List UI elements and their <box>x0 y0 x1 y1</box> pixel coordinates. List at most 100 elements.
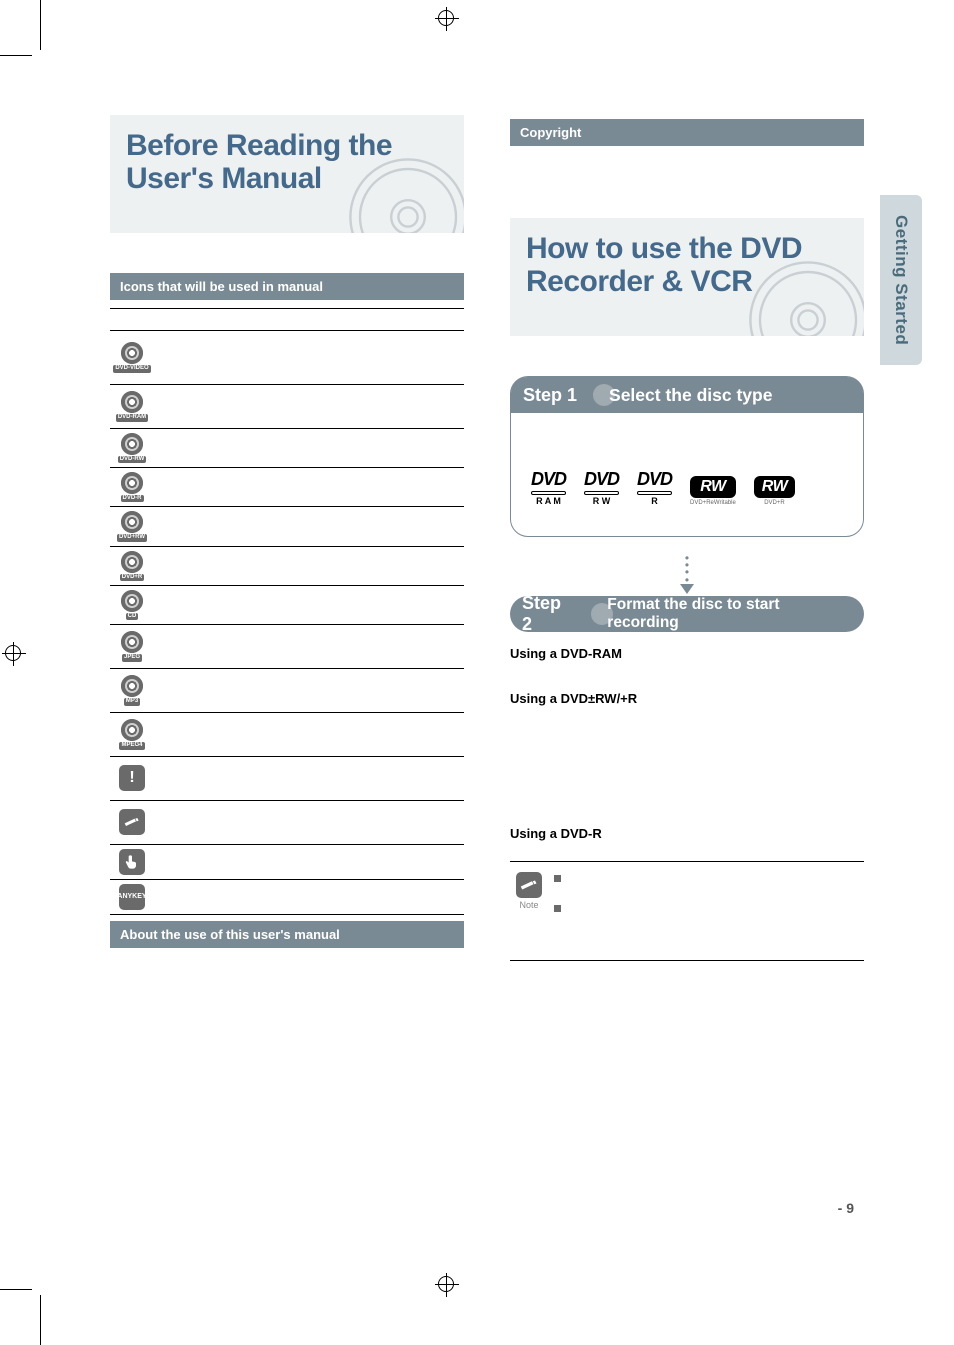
term-cell <box>154 429 234 468</box>
right-column: Copyright How to use the DVD Recorder & … <box>510 115 864 961</box>
subhead-dvd-r: Using a DVD-R <box>510 826 864 841</box>
disc-icon: DVD+RW <box>117 511 147 541</box>
crop-mark <box>0 55 32 56</box>
logo-sub: R A M <box>531 496 566 506</box>
step1-title: Select the disc type <box>609 385 772 406</box>
table-row: MP3 <box>110 668 464 712</box>
term-cell <box>154 879 234 914</box>
term-cell <box>154 668 234 712</box>
table-row: DVD-R <box>110 468 464 507</box>
note-bullets <box>554 872 858 932</box>
term-cell <box>154 844 234 879</box>
icon-cell: ! <box>110 756 154 800</box>
term-cell <box>154 624 234 668</box>
step2-bubble: Step 2 Format the disc to start recordin… <box>510 596 864 632</box>
crop-mark <box>0 1289 32 1290</box>
section-tab: Getting Started <box>880 195 922 365</box>
desc-cell <box>234 331 464 385</box>
step2-num: Step 2 <box>522 593 589 635</box>
desc-cell <box>234 668 464 712</box>
disc-decor-icon <box>748 260 864 336</box>
term-cell <box>154 756 234 800</box>
desc-cell <box>234 844 464 879</box>
table-row: CD <box>110 585 464 624</box>
icon-cell: JPEG <box>110 624 154 668</box>
step1-body: DVD R A M DVD R W DVD <box>511 413 863 536</box>
logo-dvd-ram: DVD R A M <box>531 469 566 506</box>
desc-cell <box>234 507 464 546</box>
table-row <box>110 844 464 879</box>
note-box: Note <box>510 861 864 961</box>
term-cell <box>154 546 234 585</box>
logo-text: DVD <box>531 469 566 490</box>
term-cell <box>154 385 234 429</box>
subhead-dvd-rw-plusr: Using a DVD±RW/+R <box>510 691 864 706</box>
disc-icon: MP3 <box>121 675 143 705</box>
disc-icon: MPEG4 <box>119 719 144 749</box>
disc-icon: DVD-RAM <box>116 391 148 421</box>
desc-cell <box>234 585 464 624</box>
th-desc <box>234 309 464 331</box>
page-number: - 9 <box>838 1200 854 1216</box>
logo-text: RW <box>690 476 736 498</box>
note-item <box>554 872 858 884</box>
icon-cell: DVD-RW <box>110 429 154 468</box>
hero-right: How to use the DVD Recorder & VCR <box>510 218 864 336</box>
crop-mark <box>40 0 41 50</box>
logo-text: RW <box>754 476 795 498</box>
logo-sub: DVD+ReWritable <box>690 500 736 506</box>
supported-disc-logos: DVD R A M DVD R W DVD <box>523 427 851 518</box>
note-label: Note <box>516 900 542 910</box>
step1-bubble: Step 1 Select the disc type DVD R A M DV… <box>510 376 864 537</box>
step2-head: Step 2 Format the disc to start recordin… <box>510 596 864 632</box>
table-row: ANYKEY <box>110 879 464 914</box>
icon-cell: DVD+R <box>110 546 154 585</box>
disc-icon: CD <box>121 590 143 620</box>
icons-table: DVD-VIDEO DVD-RAM DVD-RW DVD-R DVD+RW DVD+R CD… <box>110 308 464 915</box>
logo-dvd-rw: DVD R W <box>584 469 619 506</box>
desc-cell <box>234 800 464 844</box>
disc-icon: JPEG <box>121 631 143 661</box>
step2-title: Format the disc to start recording <box>607 596 852 632</box>
disc-icon: DVD-RW <box>118 433 147 463</box>
desc-cell <box>234 624 464 668</box>
th-icon <box>110 309 154 331</box>
step-connector-arrow-icon: •••• <box>510 555 864 594</box>
page: Getting Started Before Reading the User'… <box>40 55 914 1290</box>
term-cell <box>154 585 234 624</box>
subhead-dvd-ram: Using a DVD-RAM <box>510 646 864 661</box>
registration-mark <box>5 645 21 661</box>
icon-cell <box>110 800 154 844</box>
section-bar-copyright: Copyright <box>510 119 864 146</box>
table-row: DVD+R <box>110 546 464 585</box>
registration-mark <box>438 10 454 26</box>
icon-cell: MPEG4 <box>110 712 154 756</box>
table-row: DVD-RW <box>110 429 464 468</box>
term-cell <box>154 331 234 385</box>
note-item <box>554 902 858 914</box>
table-row: DVD-VIDEO <box>110 331 464 385</box>
hero-title-r-line2: Recorder & VCR <box>526 265 752 298</box>
step1-num: Step 1 <box>523 385 591 406</box>
table-row: ! <box>110 756 464 800</box>
desc-cell <box>234 429 464 468</box>
desc-cell <box>234 546 464 585</box>
section-bar-icons: Icons that will be used in manual <box>110 273 464 300</box>
step1-head: Step 1 Select the disc type <box>511 377 863 413</box>
logo-sub: R <box>637 496 672 506</box>
logo-dvd-plusrw: RW DVD+ReWritable <box>690 476 736 506</box>
th-term <box>154 309 234 331</box>
crop-mark <box>40 1295 41 1345</box>
disc-icon: DVD+R <box>120 551 145 581</box>
caution-icon: ! <box>119 765 145 791</box>
icon-cell: DVD-R <box>110 468 154 507</box>
left-column: Before Reading the User's Manual Icons t… <box>110 115 464 961</box>
logo-dvd-r: DVD R <box>637 469 672 506</box>
table-row: DVD-RAM <box>110 385 464 429</box>
logo-sub: R W <box>584 496 619 506</box>
term-cell <box>154 712 234 756</box>
icon-cell <box>110 844 154 879</box>
disc-icon: DVD-R <box>121 472 144 502</box>
term-cell <box>154 468 234 507</box>
icon-cell: DVD-RAM <box>110 385 154 429</box>
